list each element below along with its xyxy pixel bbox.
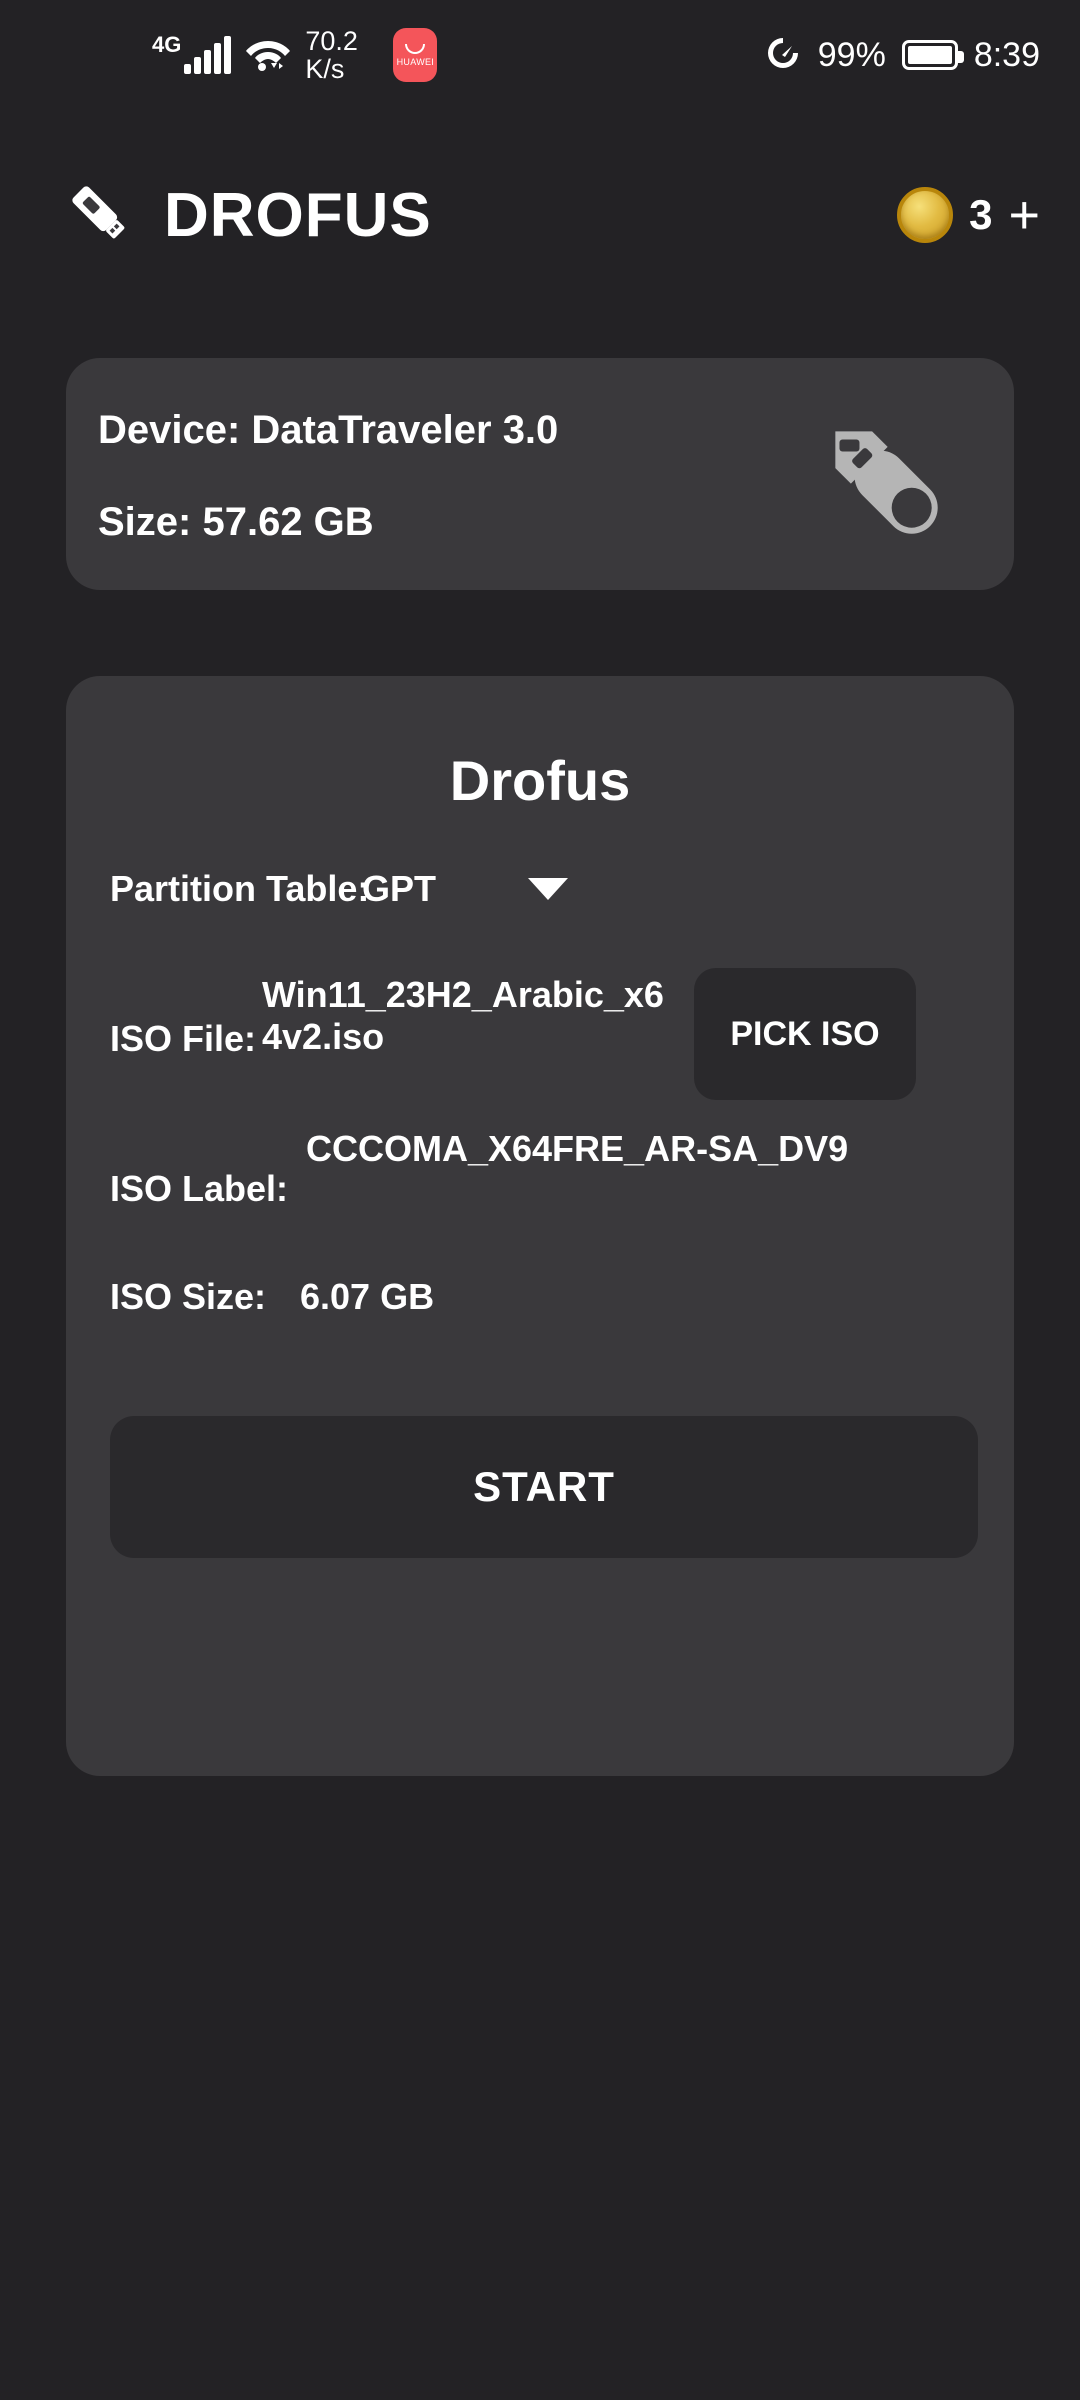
partition-table-label: Partition Table: <box>110 868 370 909</box>
partition-table-row: Partition Table: GPT <box>110 868 978 910</box>
wifi-icon <box>245 35 291 76</box>
iso-label-label: ISO Label: <box>110 1168 289 1209</box>
app-brand: DROFUS <box>60 150 432 280</box>
huawei-icon-label: HUAWEI <box>396 56 435 67</box>
cellular-signal-icon: 4G <box>152 32 232 74</box>
iso-label-value: CCCOMA_X64FRE_AR-SA_DV9 <box>306 1128 849 1169</box>
battery-icon <box>901 40 964 70</box>
chevron-down-icon[interactable] <box>528 878 568 900</box>
speedometer-icon <box>764 34 802 77</box>
usb-drive-logo-icon <box>60 174 138 257</box>
device-name-label: Device: DataTraveler 3.0 <box>98 408 559 452</box>
coin-count-label: 3 <box>969 191 993 238</box>
battery-percent-label: 99% <box>817 35 886 74</box>
signal-bars-icon <box>184 36 232 74</box>
iso-size-row: ISO Size: 6.07 GB <box>110 1276 978 1318</box>
network-speed-label: 70.2 K/s <box>305 26 358 84</box>
status-bar: 4G 70.2 K/s HUAWEI 99% 8:39 <box>0 0 1080 110</box>
app-title: DROFUS <box>164 180 432 250</box>
partition-table-value[interactable]: GPT <box>362 868 528 910</box>
device-size-label: Size: 57.62 GB <box>98 500 374 544</box>
device-info-text: Device: DataTraveler 3.0 Size: 57.62 GB <box>98 410 558 542</box>
device-info-card: Device: DataTraveler 3.0 Size: 57.62 GB <box>66 358 1014 590</box>
iso-file-row: ISO File: Win11_23H2_Arabic_x64v2.iso PI… <box>110 968 978 1100</box>
start-button[interactable]: START <box>110 1416 978 1558</box>
pick-iso-button[interactable]: PICK ISO <box>694 968 916 1100</box>
add-coins-button[interactable]: + <box>1008 188 1040 242</box>
iso-label-row: ISO Label: CCCOMA_X64FRE_AR-SA_DV9 <box>110 1128 978 1210</box>
status-bar-left: 4G 70.2 K/s HUAWEI <box>152 0 438 110</box>
coin-balance[interactable]: 3 + <box>897 150 1040 280</box>
huawei-app-icon[interactable]: HUAWEI <box>393 28 438 82</box>
huawei-arc-glyph <box>405 43 426 54</box>
status-bar-right: 99% 8:39 <box>764 0 1040 110</box>
iso-size-value: 6.07 GB <box>300 1276 435 1317</box>
usb-drive-icon <box>802 398 962 558</box>
network-type-label: 4G <box>152 32 182 57</box>
phone-screen: 4G 70.2 K/s HUAWEI 99% 8:39 DROFUS 3 + D… <box>0 0 1080 2400</box>
coin-icon <box>897 187 954 243</box>
main-panel: Drofus Partition Table: GPT ISO File: Wi… <box>66 676 1014 1776</box>
iso-size-label: ISO Size: <box>110 1276 267 1317</box>
panel-title: Drofus <box>449 749 631 812</box>
clock-label: 8:39 <box>973 35 1040 74</box>
iso-file-value: Win11_23H2_Arabic_x64v2.iso <box>262 974 664 1058</box>
app-header: DROFUS 3 + <box>0 150 1080 280</box>
iso-file-label: ISO File: <box>110 1018 257 1059</box>
